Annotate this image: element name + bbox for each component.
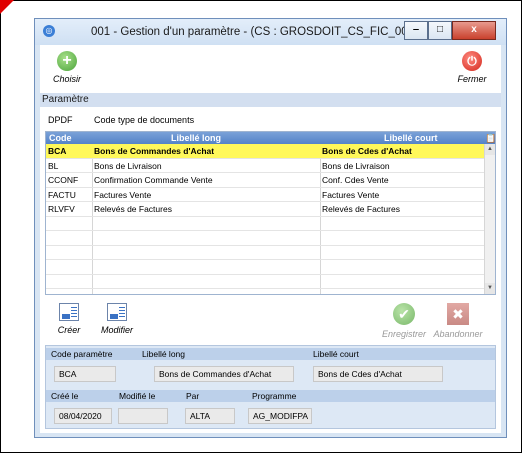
- cell-long-label: Bons de Commandes d'Achat: [94, 146, 215, 156]
- grid-header: Code Libellé long Libellé court 📋: [46, 132, 496, 144]
- edit-document-icon: [107, 303, 127, 321]
- program-label: Programme: [252, 391, 297, 401]
- cell-long-label: Factures Vente: [94, 189, 152, 200]
- scroll-up-arrow-icon[interactable]: ▲: [485, 144, 495, 155]
- column-header-long-label[interactable]: Libellé long: [171, 132, 221, 144]
- table-row[interactable]: FACTU Factures Vente Factures Vente: [46, 188, 484, 202]
- cell-code: RLVFV: [48, 204, 75, 214]
- cell-short-label: Factures Vente: [322, 189, 380, 200]
- code-field[interactable]: BCA: [54, 366, 116, 382]
- detail-header-row: Code paramètre Libellé long Libellé cour…: [46, 348, 495, 360]
- close-button[interactable]: ⏻ Fermer: [454, 51, 490, 84]
- title-bar[interactable]: ◎ 001 - Gestion d'un paramètre - (CS : G…: [35, 19, 506, 45]
- short-label-field[interactable]: Bons de Cdes d'Achat: [313, 366, 443, 382]
- save-label: Enregistrer: [382, 329, 427, 339]
- empty-row: [46, 246, 484, 260]
- power-icon: ⏻: [462, 51, 482, 71]
- window-client: + Choisir ⏻ Fermer Paramètre DPDF Code t…: [40, 45, 501, 433]
- save-button[interactable]: ✔ Enregistrer: [382, 303, 426, 339]
- created-date-field: 08/04/2020: [54, 408, 112, 424]
- parameter-window: ◎ 001 - Gestion d'un paramètre - (CS : G…: [34, 18, 507, 438]
- new-document-icon: [59, 303, 79, 321]
- clipboard-icon[interactable]: 📋: [485, 132, 496, 144]
- choose-button[interactable]: + Choisir: [50, 51, 84, 84]
- cancel-button[interactable]: ✖ Abandonner: [433, 303, 483, 339]
- empty-row: [46, 260, 484, 275]
- cell-code: CCONF: [48, 175, 79, 185]
- by-label: Par: [186, 391, 200, 401]
- parameter-code: DPDF: [48, 115, 73, 125]
- table-row[interactable]: RLVFV Relevés de Factures Relevés de Fac…: [46, 202, 484, 217]
- checkmark-icon: ✔: [393, 303, 415, 325]
- empty-row: [46, 231, 484, 246]
- detail-panel: Code paramètre Libellé long Libellé cour…: [45, 345, 496, 429]
- parameter-values-grid: Code Libellé long Libellé court 📋 BCA Bo…: [45, 131, 496, 295]
- grid-body: BCA Bons de Commandes d'Achat Bons de Cd…: [46, 144, 484, 294]
- close-label: Fermer: [457, 74, 487, 84]
- by-user-field: ALTA: [185, 408, 235, 424]
- create-button[interactable]: Créer: [54, 303, 84, 335]
- column-header-short-label[interactable]: Libellé court: [384, 132, 438, 144]
- created-label: Créé le: [51, 391, 79, 401]
- long-label: Libellé long: [142, 349, 186, 359]
- plus-icon: +: [57, 51, 77, 71]
- cell-code: FACTU: [48, 189, 76, 200]
- vertical-scrollbar[interactable]: ▲ ▼: [484, 144, 495, 294]
- empty-row: [46, 217, 484, 231]
- table-row[interactable]: BCA Bons de Commandes d'Achat Bons de Cd…: [46, 144, 484, 159]
- table-row[interactable]: BL Bons de Livraison Bons de Livraison: [46, 159, 484, 173]
- cell-short-label: Bons de Cdes d'Achat: [322, 146, 412, 156]
- maximize-button[interactable]: □: [428, 21, 452, 40]
- parameter-section-label: Paramètre: [40, 93, 501, 107]
- close-window-button[interactable]: x: [452, 21, 496, 40]
- scroll-down-arrow-icon[interactable]: ▼: [485, 283, 495, 294]
- long-label-field[interactable]: Bons de Commandes d'Achat: [154, 366, 294, 382]
- program-field: AG_MODIFPA: [248, 408, 312, 424]
- cross-icon: ✖: [447, 303, 469, 325]
- parameter-label: Code type de documents: [94, 115, 195, 125]
- window-title: 001 - Gestion d'un paramètre - (CS : GRO…: [91, 26, 418, 38]
- code-label: Code paramètre: [51, 349, 113, 359]
- column-header-code[interactable]: Code: [49, 132, 72, 144]
- app-icon: ◎: [43, 25, 55, 37]
- table-row[interactable]: CCONF Confirmation Commande Vente Conf. …: [46, 173, 484, 188]
- minimize-button[interactable]: ‒: [404, 21, 428, 40]
- cell-code: BCA: [48, 146, 67, 156]
- modified-label: Modifié le: [119, 391, 156, 401]
- cell-long-label: Confirmation Commande Vente: [94, 175, 213, 185]
- modify-button[interactable]: Modifier: [98, 303, 136, 335]
- modify-label: Modifier: [100, 325, 133, 335]
- choose-label: Choisir: [52, 74, 81, 84]
- create-label: Créer: [57, 325, 81, 335]
- corner-marker: [0, 0, 14, 14]
- modified-date-field: [118, 408, 168, 424]
- cell-short-label: Conf. Cdes Vente: [322, 175, 389, 185]
- cell-short-label: Relevés de Factures: [322, 204, 400, 214]
- cancel-label: Abandonner: [433, 329, 483, 339]
- short-label: Libellé court: [313, 349, 359, 359]
- audit-header-row: Créé le Modifié le Par Programme: [46, 390, 495, 402]
- cell-long-label: Bons de Livraison: [94, 160, 162, 171]
- cell-code: BL: [48, 160, 59, 171]
- empty-row: [46, 275, 484, 289]
- cell-long-label: Relevés de Factures: [94, 204, 172, 214]
- cell-short-label: Bons de Livraison: [322, 160, 390, 171]
